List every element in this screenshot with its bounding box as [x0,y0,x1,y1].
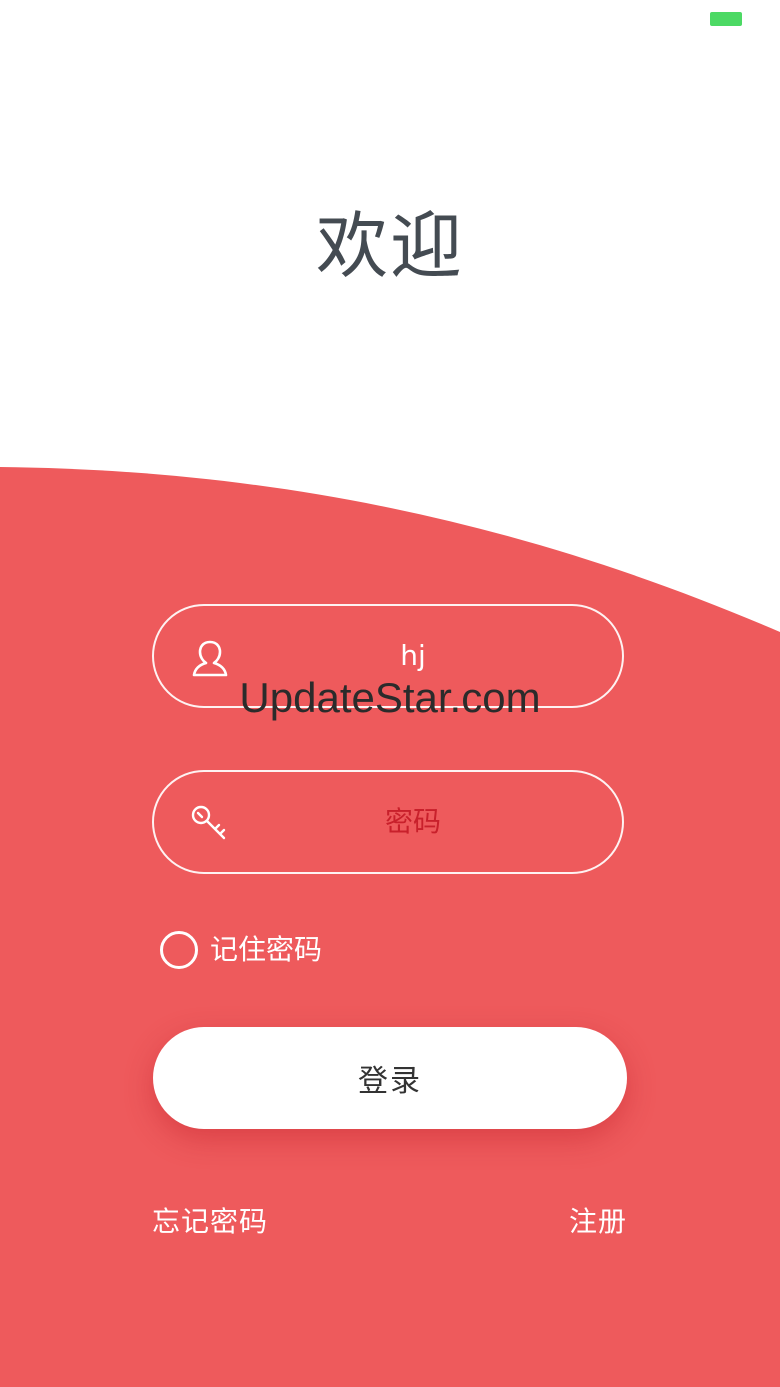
user-icon [190,638,230,678]
username-input[interactable] [244,606,582,706]
forgot-password-link[interactable]: 忘记密码 [152,1202,268,1242]
welcome-title: 欢迎 [315,204,464,288]
register-link[interactable]: 注册 [569,1202,627,1242]
login-button[interactable]: 登录 [153,1027,627,1129]
remember-checkbox[interactable] [160,931,198,969]
key-icon [190,804,230,844]
remember-password-toggle[interactable]: 记住密码 [160,928,322,972]
username-field[interactable] [152,604,624,708]
login-button-label: 登录 [358,1064,422,1099]
remember-label: 记住密码 [210,933,323,966]
password-input[interactable]: 密码 [244,772,582,872]
password-field[interactable]: 密码 [152,770,624,874]
